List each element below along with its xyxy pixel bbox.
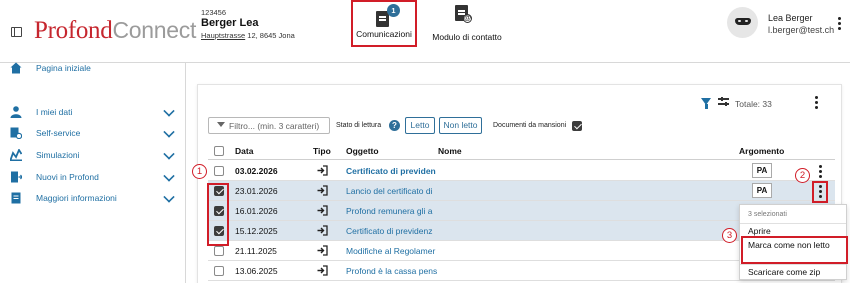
- filter-icon: [217, 122, 225, 127]
- table-row[interactable]: 03.02.2026 Certificato di previden PA: [208, 161, 835, 181]
- sidebar-item-nuovi-in-profond[interactable]: Nuovi in Profond: [10, 170, 182, 185]
- filter-non-letto-button[interactable]: Non letto: [439, 117, 482, 134]
- chevron-down-icon[interactable]: [163, 126, 175, 138]
- profond-logo[interactable]: ProfondConnect: [34, 17, 196, 45]
- annotation-3: 3: [722, 228, 737, 243]
- row-date: 21.11.2025: [235, 246, 277, 256]
- simulation-icon: [10, 149, 22, 161]
- column-header-tipo[interactable]: Tipo: [313, 146, 331, 156]
- menu-divider: [740, 264, 846, 265]
- row-more-icon[interactable]: [819, 165, 823, 179]
- self-service-icon: [10, 127, 22, 139]
- inbound-arrow-icon: [317, 205, 328, 218]
- menu-item-scaricare-zip[interactable]: Scaricare come zip: [748, 267, 820, 277]
- inbound-arrow-icon: [317, 165, 328, 178]
- mask-icon: [735, 18, 751, 25]
- annotation-2: 2: [795, 168, 810, 183]
- read-status-label: Stato di lettura: [336, 122, 382, 129]
- select-all-checkbox[interactable]: [214, 146, 224, 156]
- column-header-nome[interactable]: Nome: [438, 146, 462, 156]
- user-email: l.berger@test.ch: [768, 25, 835, 35]
- row-checkbox[interactable]: [214, 246, 224, 256]
- sidebar-item-home[interactable]: Pagina iniziale: [10, 62, 182, 76]
- chevron-down-icon[interactable]: [163, 105, 175, 117]
- documenti-mansioni-label: Documenti da mansioni: [493, 122, 567, 129]
- row-subject-link[interactable]: Modifiche al Regolamer: [346, 246, 444, 256]
- header-more-icon[interactable]: [838, 17, 842, 31]
- tab-modulo-di-contatto[interactable]: @ Modulo di contatto: [422, 0, 512, 48]
- filter-placeholder: Filtro... (min. 3 caratteri): [229, 121, 320, 131]
- highlight-menu-item: [741, 236, 848, 264]
- chevron-down-icon[interactable]: [163, 191, 175, 203]
- row-date: 03.02.2026: [235, 166, 278, 176]
- row-subject-link[interactable]: Certificato di previden: [346, 166, 444, 176]
- highlight-row-menu: [812, 181, 828, 203]
- row-date: 13.06.2025: [235, 266, 278, 276]
- inbound-arrow-icon: [317, 225, 328, 238]
- column-header-oggetto[interactable]: Oggetto: [346, 146, 379, 156]
- sidebar-item-i-miei-dati[interactable]: I miei dati: [10, 105, 182, 120]
- door-icon: [11, 171, 22, 183]
- inbound-arrow-icon: [317, 265, 328, 278]
- chevron-down-icon[interactable]: [163, 148, 175, 160]
- table-more-icon[interactable]: [815, 96, 819, 110]
- menu-divider: [740, 223, 846, 224]
- column-settings-icon[interactable]: [718, 97, 729, 106]
- menu-item-aprire[interactable]: Aprire: [748, 226, 771, 236]
- filter-letto-button[interactable]: Letto: [405, 117, 435, 134]
- tab-label: Comunicazioni: [356, 29, 412, 39]
- total-count: Totale: 33: [735, 99, 772, 109]
- column-header-argomento[interactable]: Argomento: [739, 146, 784, 156]
- help-icon[interactable]: ?: [389, 120, 400, 131]
- sidebar-item-label: Nuovi in Profond: [36, 172, 99, 182]
- row-date: 15.12.2025: [235, 226, 278, 236]
- sidebar-item-label: Pagina iniziale: [36, 63, 91, 73]
- tab-comunicazioni[interactable]: 1 Comunicazioni: [351, 0, 417, 47]
- row-date: 16.01.2026: [235, 206, 278, 216]
- sidebar-item-label: I miei dati: [36, 107, 73, 117]
- row-subject-link[interactable]: Profond remunera gli a: [346, 206, 444, 216]
- inbound-arrow-icon: [317, 185, 328, 198]
- row-checkbox[interactable]: [214, 166, 224, 176]
- filter-icon[interactable]: [701, 98, 711, 109]
- sidebar-item-label: Self-service: [36, 128, 81, 138]
- sidebar-item-maggiori-informazioni[interactable]: Maggiori informazioni: [10, 191, 182, 206]
- sidebar-item-simulazioni[interactable]: Simulazioni: [10, 148, 182, 163]
- topic-badge: PA: [752, 183, 772, 198]
- row-subject-link[interactable]: Profond è la cassa pens: [346, 266, 444, 276]
- client-name: Berger Lea: [201, 17, 259, 29]
- sidebar-item-self-service[interactable]: Self-service: [10, 126, 182, 141]
- home-icon: [10, 62, 22, 74]
- documenti-mansioni-checkbox[interactable]: [572, 121, 582, 131]
- column-header-data[interactable]: Data: [235, 146, 253, 156]
- sidebar-toggle-icon[interactable]: [11, 27, 22, 37]
- header-divider: [208, 159, 835, 160]
- notification-badge: 1: [387, 4, 400, 17]
- client-address: Hauptstrasse 12, 8645 Jona: [201, 31, 295, 40]
- sidebar-item-label: Maggiori informazioni: [36, 193, 117, 203]
- table-row[interactable]: 23.01.2026 Lancio del certificato di PA: [208, 181, 835, 201]
- document-icon: [11, 192, 21, 204]
- inbound-arrow-icon: [317, 245, 328, 258]
- client-id: 123456: [201, 8, 227, 17]
- person-icon: [10, 106, 22, 118]
- row-checkbox[interactable]: [214, 266, 224, 276]
- chevron-down-icon[interactable]: [163, 170, 175, 182]
- sidebar-item-label: Simulazioni: [36, 150, 80, 160]
- row-date: 23.01.2026: [235, 186, 278, 196]
- row-subject-link[interactable]: Certificato di previdenz: [346, 226, 444, 236]
- filter-input[interactable]: Filtro... (min. 3 caratteri): [208, 117, 330, 134]
- at-icon: @: [463, 14, 472, 23]
- highlight-checkboxes: [207, 183, 229, 246]
- topic-badge: PA: [752, 163, 772, 178]
- row-subject-link[interactable]: Lancio del certificato di: [346, 186, 444, 196]
- user-name: Lea Berger: [768, 13, 813, 23]
- menu-header: 3 selezionati: [748, 211, 787, 218]
- annotation-1: 1: [192, 164, 207, 179]
- tab-label: Modulo di contatto: [432, 32, 502, 42]
- avatar[interactable]: [727, 7, 758, 38]
